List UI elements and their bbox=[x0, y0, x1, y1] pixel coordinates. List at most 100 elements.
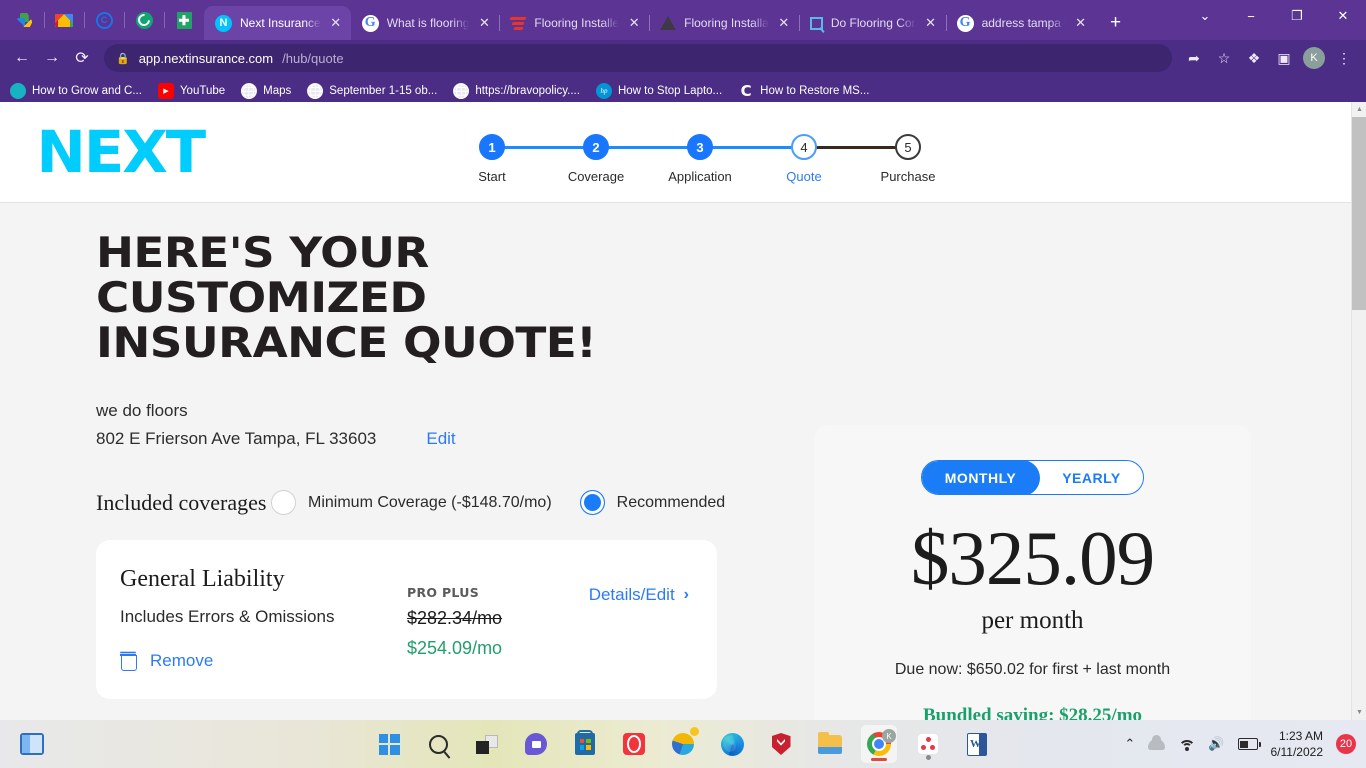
page-scrollbar[interactable]: ▲ ▼ bbox=[1351, 102, 1366, 720]
taskbar-apps: K bbox=[371, 725, 995, 763]
bookmark-label: Maps bbox=[263, 85, 292, 97]
browser-menu-icon[interactable]: ⋮ bbox=[1330, 44, 1358, 72]
window-controls: ⌄ − ❐ ✕ bbox=[1182, 0, 1366, 40]
bookmark-maps[interactable]: Maps bbox=[241, 83, 291, 99]
widgets-button[interactable] bbox=[14, 725, 50, 763]
tab-address-tampa[interactable]: G address tampa f ✕ bbox=[945, 6, 1096, 40]
step-label: Coverage bbox=[567, 169, 625, 184]
volume-icon[interactable]: 🔊 bbox=[1208, 736, 1224, 752]
radio-circle[interactable] bbox=[271, 490, 296, 516]
tab-close-icon[interactable]: ✕ bbox=[627, 17, 641, 30]
remove-coverage-button[interactable]: Remove bbox=[120, 651, 689, 672]
step-purchase[interactable]: 5 Purchase bbox=[856, 134, 960, 184]
wifi-icon[interactable] bbox=[1178, 738, 1196, 751]
word-button[interactable] bbox=[959, 725, 995, 763]
edit-business-link[interactable]: Edit bbox=[426, 425, 455, 453]
pinned-tab-green-circle[interactable] bbox=[124, 3, 164, 37]
extensions-puzzle-icon[interactable]: ❖ bbox=[1240, 44, 1268, 72]
microsoft-store-button[interactable] bbox=[567, 725, 603, 763]
bookmark-star-icon[interactable]: ☆ bbox=[1210, 44, 1238, 72]
bookmark-september[interactable]: September 1-15 ob... bbox=[307, 83, 437, 99]
quote-bundled-saving: Bundled saving: $28.25/mo bbox=[922, 705, 1143, 720]
bookmark-label: How to Grow and C... bbox=[32, 85, 142, 97]
profile-avatar[interactable]: K bbox=[1300, 44, 1328, 72]
new-tab-button[interactable]: + bbox=[1102, 9, 1130, 37]
close-window-button[interactable]: ✕ bbox=[1320, 0, 1366, 32]
step-start[interactable]: 1 Start bbox=[440, 134, 596, 184]
toggle-monthly[interactable]: MONTHLY bbox=[922, 461, 1041, 494]
opera-button[interactable] bbox=[616, 725, 652, 763]
battery-icon[interactable] bbox=[1237, 738, 1261, 750]
back-button[interactable]: ← bbox=[8, 44, 36, 72]
share-icon[interactable]: ➦ bbox=[1180, 44, 1208, 72]
step-connector bbox=[492, 146, 596, 149]
tab-close-icon[interactable]: ✕ bbox=[477, 17, 491, 30]
tab-flooring-installe[interactable]: Flooring Installe ✕ bbox=[499, 6, 649, 40]
step-quote[interactable]: 4 Quote bbox=[752, 134, 908, 184]
teams-button[interactable] bbox=[518, 725, 554, 763]
search-icon bbox=[428, 734, 448, 754]
progress-stepper: 1 Start 2 Coverage 3 Application 4 Quote… bbox=[440, 134, 960, 184]
tab-close-icon[interactable]: ✕ bbox=[329, 17, 343, 30]
pinned-tab-gmail[interactable] bbox=[44, 3, 84, 37]
task-view-button[interactable] bbox=[469, 725, 505, 763]
scroll-up-arrow-icon[interactable]: ▲ bbox=[1352, 102, 1366, 117]
tab-what-is-flooring[interactable]: G What is flooring ✕ bbox=[351, 6, 500, 40]
clock-time: 1:23 AM bbox=[1278, 728, 1323, 743]
asana-button[interactable] bbox=[910, 725, 946, 763]
maximize-button[interactable]: ❐ bbox=[1274, 0, 1320, 32]
quote-due-now: Due now: $650.02 for first + last month bbox=[894, 661, 1171, 678]
red-lines-icon bbox=[509, 16, 527, 30]
bookmark-label: https://bravopolicy.... bbox=[475, 85, 580, 97]
toggle-yearly[interactable]: YEARLY bbox=[1040, 461, 1143, 494]
notification-badge[interactable]: 20 bbox=[1336, 734, 1356, 754]
pinned-tab-google-drive[interactable] bbox=[4, 3, 44, 37]
bookmark-how-to-stop-laptop[interactable]: hp How to Stop Lapto... bbox=[595, 83, 722, 99]
radio-circle-selected[interactable] bbox=[579, 490, 605, 516]
globe-icon bbox=[307, 83, 324, 99]
tab-search-chevron-down-icon[interactable]: ⌄ bbox=[1182, 0, 1228, 32]
tray-chevron-up-icon[interactable]: ⌃ bbox=[1124, 736, 1135, 752]
radio-minimum-coverage[interactable]: Minimum Coverage (-$148.70/mo) bbox=[271, 490, 552, 516]
step-connector bbox=[700, 146, 804, 149]
step-application[interactable]: 3 Application bbox=[648, 134, 804, 184]
bing-button[interactable] bbox=[665, 725, 701, 763]
bookmark-how-to-restore-ms[interactable]: C How to Restore MS... bbox=[738, 82, 870, 100]
tab-close-icon[interactable]: ✕ bbox=[924, 17, 938, 30]
minimize-button[interactable]: − bbox=[1228, 0, 1274, 32]
tab-flooring-installa[interactable]: Flooring Installa ✕ bbox=[649, 6, 799, 40]
bookmark-youtube[interactable]: ▶ YouTube bbox=[157, 83, 225, 99]
step-coverage[interactable]: 2 Coverage bbox=[544, 134, 700, 184]
search-button[interactable] bbox=[420, 725, 456, 763]
scrollbar-thumb[interactable] bbox=[1352, 117, 1366, 310]
widgets-icon bbox=[20, 733, 44, 755]
file-explorer-button[interactable] bbox=[812, 725, 848, 763]
address-bar[interactable]: 🔒 app.nextinsurance.com/hub/quote bbox=[104, 44, 1172, 72]
cloud-icon[interactable] bbox=[1148, 734, 1166, 750]
reload-button[interactable]: ⟳ bbox=[68, 44, 96, 72]
start-button[interactable] bbox=[371, 725, 407, 763]
bookmark-bravopolicy[interactable]: https://bravopolicy.... bbox=[453, 83, 580, 99]
chrome-button[interactable]: K bbox=[861, 725, 897, 763]
scroll-down-arrow-icon[interactable]: ▼ bbox=[1352, 705, 1366, 720]
tab-next-insurance[interactable]: N Next Insurance ✕ bbox=[204, 6, 351, 40]
bookmark-how-to-grow[interactable]: How to Grow and C... bbox=[10, 83, 142, 99]
radio-recommended[interactable]: Recommended bbox=[579, 490, 725, 516]
next-logo[interactable]: NEXT bbox=[36, 123, 206, 181]
pinned-tab-circle-c[interactable]: C bbox=[84, 3, 124, 37]
edge-button[interactable] bbox=[714, 725, 750, 763]
pinned-tab-sheets[interactable]: ✚ bbox=[164, 3, 204, 37]
sidebar-icon[interactable]: ▣ bbox=[1270, 44, 1298, 72]
running-app-indicator bbox=[925, 755, 931, 760]
tab-close-icon[interactable]: ✕ bbox=[1074, 17, 1088, 30]
tab-do-flooring-cor[interactable]: Do Flooring Cor ✕ bbox=[798, 6, 946, 40]
details-edit-link[interactable]: Details/Edit › bbox=[589, 585, 689, 605]
browser-window: C ✚ N Next Insurance ✕ G What is floorin… bbox=[0, 0, 1366, 720]
forward-button[interactable]: → bbox=[38, 44, 66, 72]
globe-icon bbox=[453, 83, 470, 99]
mcafee-button[interactable] bbox=[763, 725, 799, 763]
tab-close-icon[interactable]: ✕ bbox=[777, 17, 791, 30]
drive-icon bbox=[15, 12, 33, 28]
remove-label: Remove bbox=[150, 651, 214, 671]
clock[interactable]: 1:23 AM 6/11/2022 bbox=[1271, 728, 1324, 760]
